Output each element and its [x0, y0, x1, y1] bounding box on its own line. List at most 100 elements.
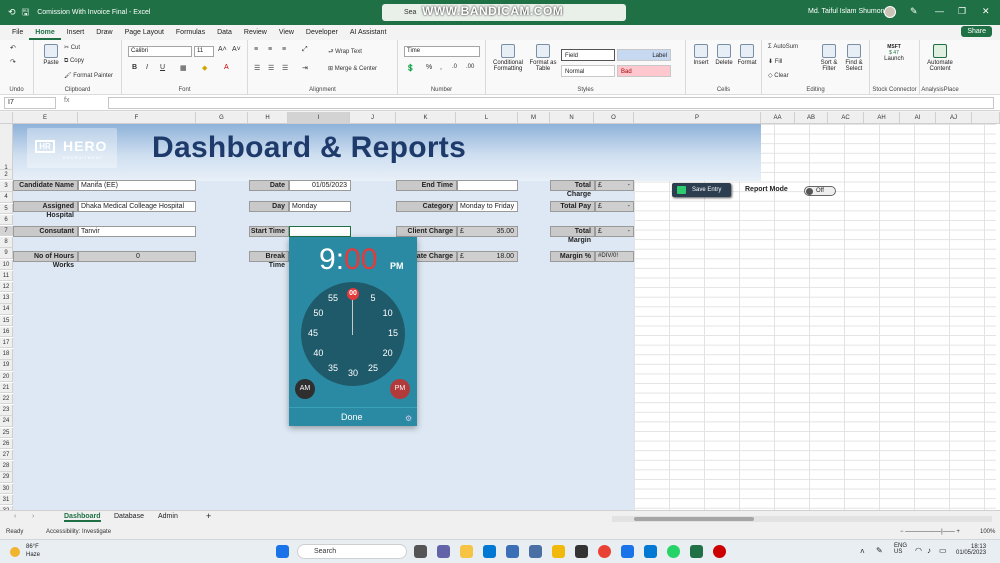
row-header-4[interactable]: 4 — [0, 192, 13, 203]
format-cells-button[interactable]: Format — [736, 44, 758, 66]
tab-review[interactable]: Review — [238, 25, 273, 40]
row-header-6[interactable]: 6 — [0, 214, 13, 226]
bandicam-icon[interactable] — [713, 545, 726, 558]
done-button[interactable]: Done — [341, 412, 363, 422]
format-as-table-button[interactable]: Format as Table — [528, 44, 558, 72]
fill-button[interactable]: ⬇ Fill — [768, 58, 782, 65]
pen-icon[interactable]: ✎ — [910, 6, 918, 17]
user-name[interactable]: Md. Taiful Islam Shumon — [808, 8, 885, 15]
day-field[interactable]: Monday — [289, 201, 351, 212]
clock-tick-50[interactable]: 50 — [310, 308, 326, 318]
minute-clock-face[interactable]: 00 5 10 15 20 25 30 35 40 45 50 55 — [301, 282, 405, 386]
clock-tick-45[interactable]: 45 — [305, 328, 321, 338]
comma-icon[interactable]: , — [440, 64, 442, 71]
save-icon[interactable]: 🖫 — [22, 5, 30, 21]
editor-icon[interactable] — [621, 545, 634, 558]
column-header-m[interactable]: M — [518, 112, 550, 124]
style-label[interactable]: Label — [617, 49, 671, 61]
prev-sheet-icon[interactable]: ‹ — [14, 513, 16, 520]
find-select-button[interactable]: Find & Select — [842, 44, 866, 72]
row-header-15[interactable]: 15 — [0, 315, 13, 326]
select-all-corner[interactable] — [0, 112, 13, 124]
windows-start-icon[interactable] — [276, 545, 289, 558]
pen-tray-icon[interactable]: ✎ — [876, 546, 883, 555]
date-field[interactable]: 01/05/2023 — [289, 180, 351, 191]
row-header-31[interactable]: 31 — [0, 494, 13, 506]
terminal-icon[interactable] — [575, 545, 588, 558]
save-entry-button[interactable]: Save Entry — [672, 183, 731, 197]
row-header-14[interactable]: 14 — [0, 304, 13, 315]
paste-button[interactable]: Paste — [40, 44, 62, 66]
indent-icon[interactable]: ⇥ — [302, 64, 308, 72]
am-button[interactable]: AM — [295, 379, 315, 399]
clock-tick-30[interactable]: 30 — [345, 368, 361, 378]
column-header-g[interactable]: G — [196, 112, 248, 124]
assigned-hospital-field[interactable]: Dhaka Medical Colleage Hospital — [78, 201, 196, 212]
close-icon[interactable]: ✕ — [982, 6, 990, 17]
chevron-up-icon[interactable]: ˄ — [860, 547, 865, 556]
column-header-e[interactable]: E — [13, 112, 78, 124]
automate-content-button[interactable]: Automate Content — [922, 44, 958, 72]
number-format-select[interactable]: Time — [404, 46, 480, 57]
column-header-k[interactable]: K — [396, 112, 456, 124]
shrink-font-icon[interactable]: A˅ — [232, 46, 241, 53]
clock-tick-15[interactable]: 15 — [385, 328, 401, 338]
volume-icon[interactable]: ♪ — [927, 546, 931, 555]
clock-tick-55[interactable]: 55 — [325, 293, 341, 303]
merge-center-button[interactable]: ⊞ Merge & Center — [328, 65, 377, 72]
app-icon[interactable] — [529, 545, 542, 558]
clock-tick-25[interactable]: 25 — [365, 363, 381, 373]
orientation-icon[interactable]: ⤢ — [302, 46, 308, 54]
increase-decimal-icon[interactable]: .0 — [452, 64, 457, 70]
delete-cells-button[interactable]: Delete — [713, 44, 735, 66]
column-header-ac[interactable]: AC — [828, 112, 864, 124]
column-header-h[interactable]: H — [248, 112, 288, 124]
row-header-25[interactable]: 25 — [0, 427, 13, 438]
restore-icon[interactable]: ❐ — [958, 6, 966, 17]
row-header-21[interactable]: 21 — [0, 382, 13, 394]
zoom-slider[interactable]: − ——————|—— + — [900, 529, 960, 535]
tab-developer[interactable]: Developer — [300, 25, 344, 40]
vscode-icon[interactable] — [483, 545, 496, 558]
clock-tick-35[interactable]: 35 — [325, 363, 341, 373]
decrease-decimal-icon[interactable]: .00 — [466, 64, 474, 70]
avatar[interactable] — [884, 6, 896, 18]
gear-icon[interactable]: ⚙ — [405, 414, 412, 423]
row-header-5[interactable]: 5 — [0, 203, 13, 214]
column-header-aa[interactable]: AA — [761, 112, 795, 124]
end-time-field[interactable] — [457, 180, 518, 191]
tab-ai-assistant[interactable]: AI Assistant — [344, 25, 393, 40]
autosum-button[interactable]: Σ AutoSum — [768, 44, 798, 50]
hour-display[interactable]: 9 — [319, 243, 336, 276]
language-indicator[interactable]: ENG US — [894, 543, 907, 555]
format-painter-button[interactable]: 🖌 Format Painter — [64, 72, 113, 79]
row-header-30[interactable]: 30 — [0, 483, 13, 494]
column-header-i[interactable]: I — [288, 112, 350, 124]
horizontal-scrollbar[interactable] — [612, 516, 992, 522]
column-header-j[interactable]: J — [350, 112, 396, 124]
name-box[interactable]: I7 — [4, 97, 56, 109]
align-right-icon[interactable]: ☰ — [282, 64, 288, 72]
tab-formulas[interactable]: Formulas — [170, 25, 211, 40]
fill-color-icon[interactable]: ◆ — [202, 64, 207, 72]
sort-filter-button[interactable]: Sort & Filter — [818, 44, 840, 72]
add-sheet-button[interactable]: + — [206, 511, 211, 521]
column-header-p[interactable]: P — [634, 112, 761, 124]
tab-view[interactable]: View — [273, 25, 300, 40]
row-header-2[interactable]: 2 — [0, 170, 13, 181]
italic-button[interactable]: I — [146, 64, 148, 71]
fx-icon[interactable]: fx — [64, 97, 69, 104]
taskbar-search[interactable]: Search — [297, 544, 407, 559]
clock-tick-40[interactable]: 40 — [310, 348, 326, 358]
row-header-18[interactable]: 18 — [0, 349, 13, 360]
font-size-select[interactable]: 11 — [194, 46, 214, 57]
pm-button[interactable]: PM — [390, 379, 410, 399]
align-top-icon[interactable]: ≡ — [254, 46, 258, 53]
borders-icon[interactable]: ▦ — [180, 64, 187, 72]
row-header-23[interactable]: 23 — [0, 405, 13, 416]
grow-font-icon[interactable]: A˄ — [218, 46, 227, 53]
report-mode-toggle[interactable]: Off — [804, 186, 836, 196]
row-header-10[interactable]: 10 — [0, 259, 13, 270]
currency-icon[interactable]: 💲 — [406, 64, 415, 72]
autosave-icon[interactable]: ⟲ — [8, 7, 16, 18]
